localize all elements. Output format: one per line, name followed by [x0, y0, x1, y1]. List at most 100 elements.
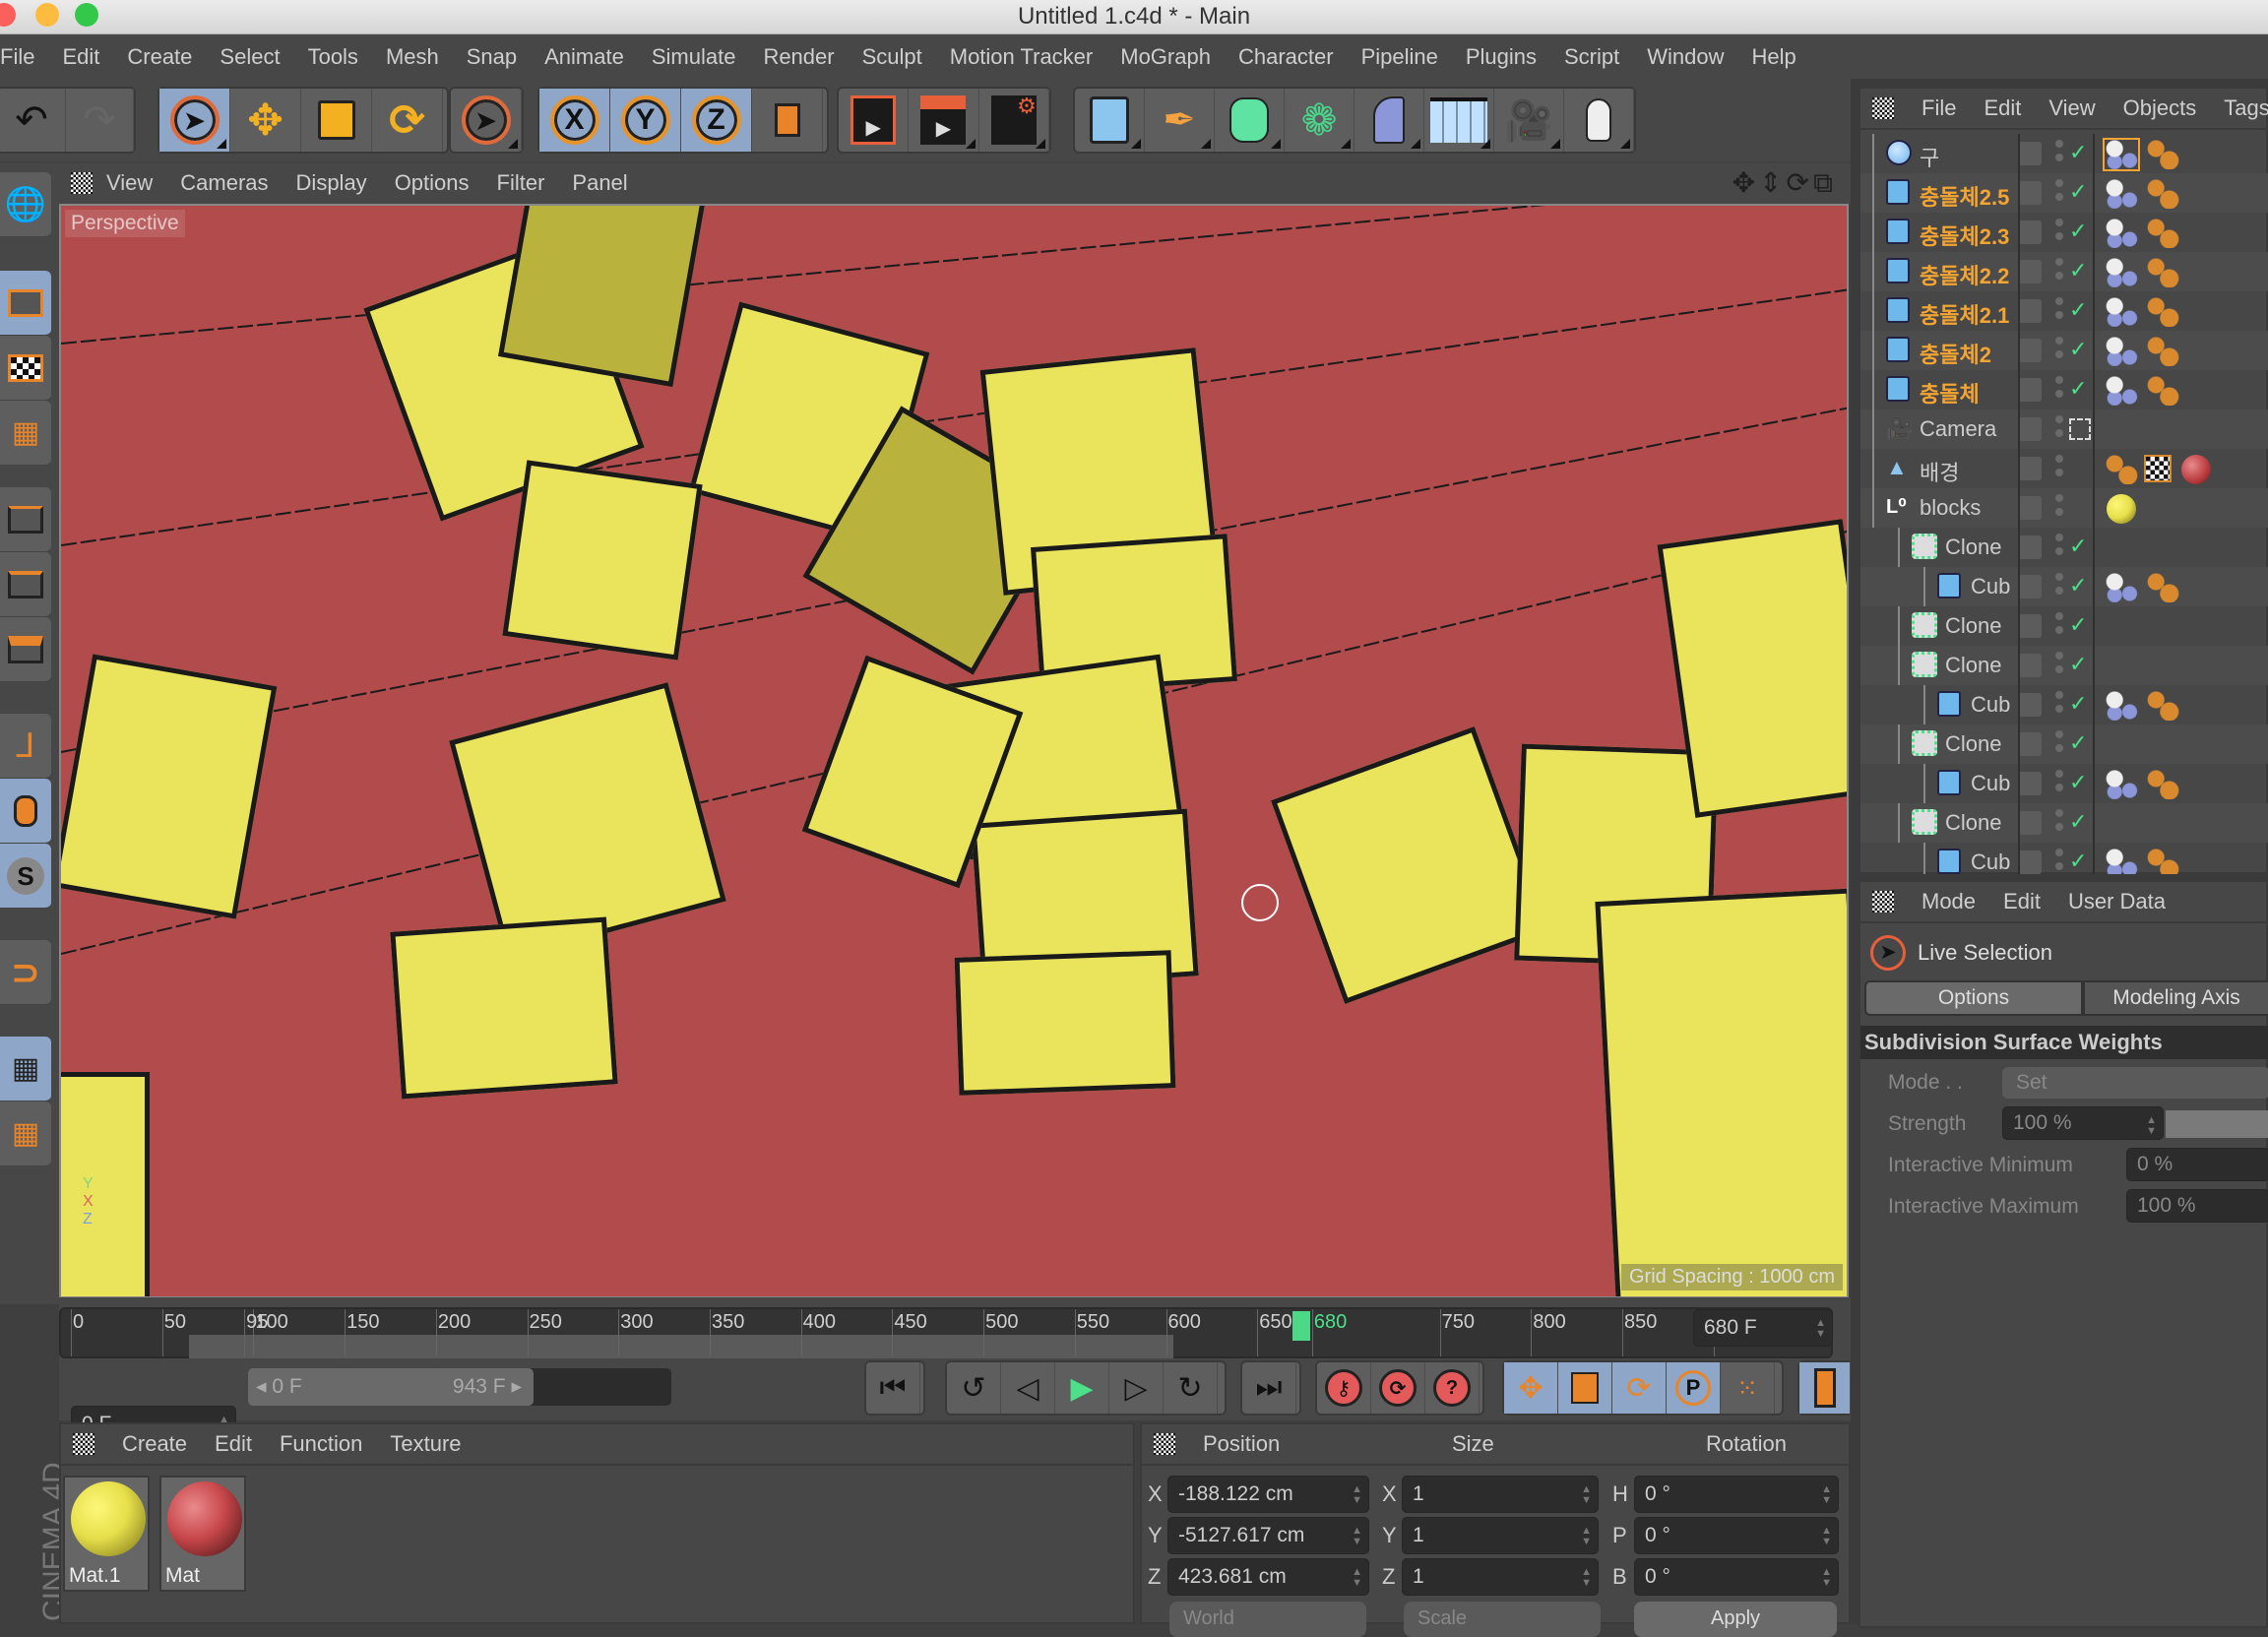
menu-simulate[interactable]: Simulate — [638, 44, 750, 70]
rigid-body-tag-icon[interactable] — [2105, 849, 2138, 874]
visibility-dots-icon[interactable] — [2055, 691, 2063, 719]
material-tag-icon[interactable] — [2181, 455, 2211, 484]
object-row[interactable]: Cub ✓ — [1860, 764, 2268, 803]
rigid-body-tag-icon[interactable] — [2105, 573, 2138, 602]
visibility-dots-icon[interactable] — [2055, 652, 2063, 679]
layer-icon[interactable] — [2018, 732, 2042, 756]
strength-field[interactable]: 100 % ▲ ▼ — [2002, 1106, 2164, 1140]
menu-animate[interactable]: Animate — [531, 44, 638, 70]
interactive-minimum-field[interactable]: 0 % — [2126, 1148, 2268, 1181]
prev-key-button[interactable]: ↺ — [947, 1362, 1001, 1414]
layer-icon[interactable] — [2018, 654, 2042, 677]
object-name[interactable]: Clone — [1945, 535, 2018, 560]
object-row[interactable]: Cub ✓ — [1860, 685, 2268, 724]
object-row[interactable]: 충돌체2.2 ✓ — [1860, 252, 2268, 291]
scale-button[interactable] — [301, 89, 372, 152]
om-menu-edit[interactable]: Edit — [1984, 95, 2021, 121]
menu-snap[interactable]: Snap — [453, 44, 531, 70]
enabled-check-icon[interactable]: ✓ — [2069, 534, 2087, 559]
material-menu-texture[interactable]: Texture — [390, 1431, 461, 1457]
material-tag-icon[interactable] — [2107, 494, 2136, 524]
rigid-body-tag-icon[interactable] — [2105, 770, 2138, 799]
visibility-dots-icon[interactable] — [2055, 849, 2063, 874]
layer-icon[interactable] — [2018, 535, 2042, 559]
menu-create[interactable]: Create — [113, 44, 206, 70]
visibility-dots-icon[interactable] — [2055, 534, 2063, 561]
visibility-dots-icon[interactable] — [2055, 258, 2063, 285]
size-mode-dropdown[interactable]: Scale — [1404, 1602, 1601, 1637]
floor-environment-button[interactable] — [1424, 89, 1494, 152]
layer-icon[interactable] — [2018, 811, 2042, 835]
object-row[interactable]: 충돌체2 ✓ — [1860, 331, 2268, 370]
material-menu-edit[interactable]: Edit — [215, 1431, 252, 1457]
rotation-h-field[interactable]: 0 ° ▲ ▼ — [1634, 1476, 1839, 1513]
phong-tag-icon[interactable] — [2146, 258, 2179, 287]
layer-icon[interactable] — [2018, 339, 2042, 362]
rotate-button[interactable]: ⟳ — [372, 89, 443, 152]
deformer-button[interactable] — [1354, 89, 1424, 152]
layer-icon[interactable] — [2018, 417, 2042, 441]
enabled-check-icon[interactable]: ✓ — [2069, 573, 2087, 598]
layer-icon[interactable] — [2018, 181, 2042, 205]
z-axis-lock-button[interactable]: Z — [681, 89, 752, 152]
panel-grip-icon[interactable] — [1872, 97, 1894, 119]
orbit-icon[interactable]: ⟳ — [1787, 167, 1813, 198]
panel-grip-icon[interactable] — [71, 172, 93, 194]
viewport-menu-display[interactable]: Display — [296, 170, 367, 196]
subdivision-surface-button[interactable] — [1215, 89, 1285, 152]
layer-icon[interactable] — [2018, 614, 2042, 638]
rigid-body-tag-icon[interactable] — [2105, 691, 2138, 721]
tweak-mode-button[interactable] — [0, 779, 51, 844]
om-menu-file[interactable]: File — [1922, 95, 1956, 121]
rotation-track-button[interactable]: ⟳ — [1612, 1362, 1667, 1414]
object-name[interactable]: 충돌체2.2 — [1920, 259, 2018, 290]
move-button[interactable]: ✥ — [230, 89, 301, 152]
live-selection-button[interactable]: ➤ — [159, 89, 230, 152]
menu-tools[interactable]: Tools — [294, 44, 372, 70]
enabled-check-icon[interactable]: ✓ — [2069, 179, 2087, 205]
cube-primitive-button[interactable] — [1075, 89, 1145, 152]
point-level-button[interactable]: ⁙ — [1721, 1362, 1775, 1414]
menu-render[interactable]: Render — [749, 44, 848, 70]
object-name[interactable]: 충돌체2.3 — [1920, 220, 2018, 251]
undo-button[interactable]: ↶ — [0, 89, 66, 152]
viewport-camera-label[interactable]: Perspective — [65, 210, 185, 237]
x-axis-lock-button[interactable]: X — [539, 89, 610, 152]
size-z-field[interactable]: 1 ▲ ▼ — [1402, 1558, 1599, 1596]
phong-tag-icon[interactable] — [2146, 179, 2179, 209]
points-mode-button[interactable] — [0, 487, 51, 552]
make-editable-button[interactable]: 🌐 — [0, 172, 51, 237]
material-menu-create[interactable]: Create — [122, 1431, 187, 1457]
layer-icon[interactable] — [2018, 299, 2042, 323]
object-name[interactable]: Clone — [1945, 731, 2018, 757]
object-name[interactable]: 충돌체 — [1920, 377, 2018, 409]
3d-viewport[interactable]: Perspective Grid Spacing : 1000 cm YXZ — [59, 204, 1849, 1298]
autokey-button[interactable]: ⟳ — [1371, 1362, 1425, 1414]
om-menu-tags[interactable]: Tags — [2224, 95, 2268, 121]
menu-motion-tracker[interactable]: Motion Tracker — [936, 44, 1107, 70]
object-name[interactable]: Camera — [1920, 416, 2018, 442]
enabled-check-icon[interactable]: ✓ — [2069, 337, 2087, 362]
object-name[interactable]: 구 — [1920, 141, 2018, 172]
render-settings-button[interactable]: ⚙ — [979, 89, 1049, 152]
menu-mesh[interactable]: Mesh — [372, 44, 453, 70]
object-name[interactable]: blocks — [1920, 495, 2018, 521]
menu-script[interactable]: Script — [1550, 44, 1633, 70]
redo-button[interactable]: ↷ — [66, 89, 134, 152]
object-name[interactable]: Cub — [1971, 692, 2018, 718]
cloner-button[interactable]: ❁ — [1285, 89, 1354, 152]
object-row[interactable]: Clone ✓ — [1860, 724, 2268, 764]
material-swatch[interactable]: Mat.1 — [63, 1476, 150, 1592]
dolly-icon[interactable]: ⇕ — [1759, 167, 1786, 198]
visibility-dots-icon[interactable] — [2055, 730, 2063, 758]
preview-range-slider[interactable]: ◂ 0 F 943 F ▸ — [248, 1368, 671, 1406]
rigid-body-tag-icon[interactable] — [2105, 376, 2138, 406]
phong-tag-icon[interactable] — [2146, 140, 2179, 169]
object-row[interactable]: 충돌체2.3 ✓ — [1860, 213, 2268, 252]
phong-tag-icon[interactable] — [2146, 337, 2179, 366]
object-name[interactable]: Clone — [1945, 810, 2018, 836]
rotation-p-field[interactable]: 0 ° ▲ ▼ — [1634, 1517, 1839, 1554]
goto-start-button[interactable]: ⏮ — [866, 1362, 920, 1414]
scale-track-button[interactable] — [1558, 1362, 1612, 1414]
visibility-dots-icon[interactable] — [2055, 140, 2063, 167]
